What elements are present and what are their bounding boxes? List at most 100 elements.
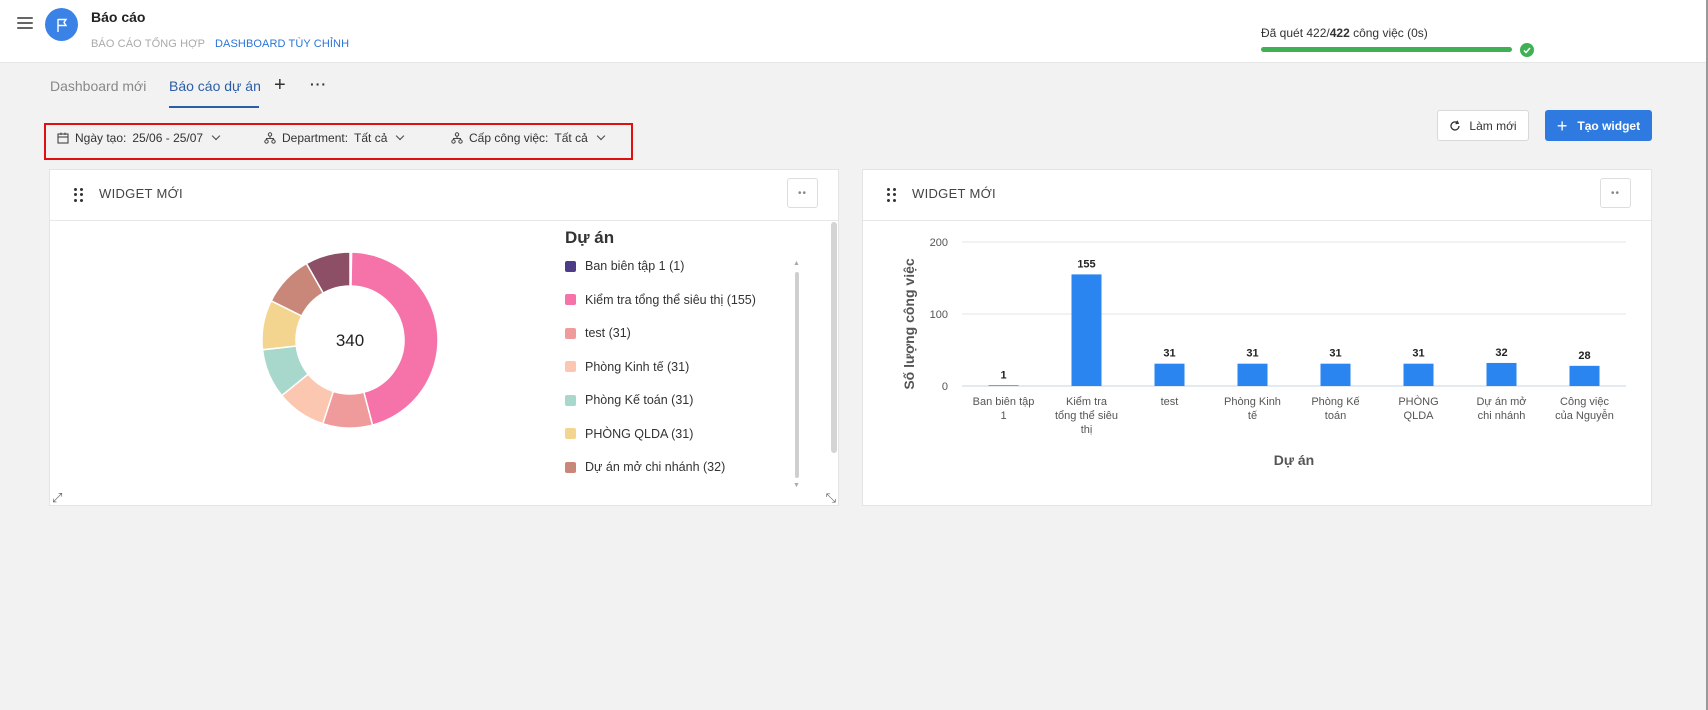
legend-swatch: [565, 394, 576, 406]
legend-label: Dự án mở chi nhánh (32): [585, 460, 726, 474]
legend-label: PHÒNG QLDA (31): [585, 426, 694, 441]
filter-value: Tất cả: [554, 131, 588, 145]
legend-swatch: [565, 428, 576, 439]
top-bar: Báo cáo BÁO CÁO TỔNG HỢP DASHBOARD TÙY C…: [0, 0, 1708, 63]
tab-project-report[interactable]: Báo cáo dự án: [169, 78, 261, 94]
widget-menu-button[interactable]: ••: [787, 178, 818, 208]
legend-scroll-thumb[interactable]: [795, 272, 799, 478]
chevron-down-icon: [211, 131, 221, 141]
widget-title: WIDGET MỚI: [912, 186, 996, 201]
legend-item[interactable]: Kiểm tra tổng thể siêu thị (155): [565, 291, 756, 309]
create-widget-button[interactable]: + Tạo widget: [1545, 110, 1652, 141]
bar-value-label: 28: [1578, 350, 1590, 362]
bar-chart: 0 100 200 1 Ban biên tập 1 155 Kiểm tra tổng thể…: [901, 237, 1626, 468]
legend-swatch: [565, 260, 576, 272]
bar-value-label: 31: [1329, 348, 1341, 360]
legend-item[interactable]: Dự án mở chi nhánh (32): [565, 458, 725, 476]
bar-value-label: 31: [1412, 348, 1424, 360]
x-axis-label: Dự án: [1274, 452, 1314, 468]
widget-title: WIDGET MỚI: [99, 186, 183, 201]
bar[interactable]: [1320, 363, 1351, 386]
menu-icon[interactable]: [17, 17, 33, 29]
bar[interactable]: [1486, 362, 1517, 386]
active-tab-indicator: [169, 106, 259, 108]
chevron-down-icon: [596, 131, 605, 141]
legend-title: Dự án: [565, 228, 615, 247]
widget-donut: WIDGET MỚI •• 340 Dự án Ban biên tập 1 (…: [49, 169, 839, 506]
flag-icon: [56, 18, 67, 32]
legend-swatch: [565, 461, 576, 473]
filter-label: Cấp công việc:: [469, 131, 549, 145]
x-tick-label: chi nhánh: [1478, 410, 1526, 422]
x-tick-label: Dự án mở: [1476, 396, 1526, 408]
legend-label: Phòng Kinh tế (31): [585, 359, 690, 374]
scan-suffix: công việc (0s): [1349, 26, 1428, 40]
x-tick-label: Phòng Kinh: [1224, 396, 1281, 408]
tab-summary-report[interactable]: BÁO CÁO TỔNG HỢP: [91, 38, 205, 50]
x-tick-label: QLDA: [1404, 410, 1435, 422]
widget-header: WIDGET MỚI ••: [50, 170, 838, 221]
bar-value-label: 155: [1077, 258, 1095, 270]
x-tick-label: toán: [1325, 410, 1346, 422]
filter-value: Tất cả: [354, 131, 388, 145]
legend-label: Phòng Kế toán (31): [585, 393, 694, 407]
create-label: Tạo widget: [1577, 118, 1641, 133]
x-tick-label: Kiểm tra: [1066, 396, 1108, 408]
scroll-down-icon[interactable]: ▼: [793, 482, 800, 489]
tab-custom-dashboard[interactable]: DASHBOARD TÙY CHỈNH: [215, 38, 349, 50]
bar[interactable]: [1403, 363, 1434, 386]
legend-label: Ban biên tập 1 (1): [585, 259, 685, 273]
refresh-icon: [1450, 120, 1461, 131]
resize-handle-icon[interactable]: ⤡: [826, 491, 836, 504]
donut-center-label: 340: [336, 331, 364, 350]
legend-label: Kiểm tra tổng thể siêu thị (155): [585, 292, 756, 307]
x-tick-label: PHÒNG: [1398, 395, 1438, 408]
legend-item[interactable]: test (31): [565, 324, 631, 342]
bar[interactable]: [1569, 365, 1600, 386]
refresh-label: Làm mới: [1469, 118, 1517, 133]
legend-item[interactable]: Phòng Kinh tế (31): [565, 358, 689, 376]
bar[interactable]: [988, 385, 1019, 386]
check-icon: [1520, 43, 1534, 57]
add-tab-icon[interactable]: +: [274, 74, 286, 96]
scan-prefix: Đã quét 422/: [1261, 26, 1330, 40]
legend-scrollbar[interactable]: ▲ ▼: [793, 260, 801, 492]
bar[interactable]: [1154, 363, 1185, 386]
scan-status: Đã quét 422/422 công việc (0s): [1261, 26, 1428, 40]
plus-icon: +: [1556, 115, 1568, 136]
bar[interactable]: [1071, 274, 1102, 386]
legend-item[interactable]: Ban biên tập 1 (1): [565, 257, 684, 275]
x-tick-label: tổng thể siêu: [1055, 410, 1118, 422]
legend-swatch: [565, 361, 576, 372]
legend-swatch: [565, 327, 576, 339]
expand-icon[interactable]: ⤢: [52, 491, 62, 504]
chart-legend: Ban biên tập 1 (1) Kiểm tra tổng thể siêu…: [565, 257, 845, 490]
refresh-button[interactable]: Làm mới: [1437, 110, 1529, 141]
filter-label: Department:: [282, 131, 349, 145]
tab-new-dashboard[interactable]: Dashboard mới: [50, 78, 146, 94]
drag-handle-icon[interactable]: [74, 188, 84, 202]
y-tick-label: 200: [930, 237, 948, 249]
scan-total: 422: [1329, 26, 1350, 40]
widget-scrollbar[interactable]: [831, 222, 837, 453]
filter-task-level[interactable]: Cấp công việc: Tất cả: [451, 131, 605, 145]
filter-created-date[interactable]: Ngày tạo: 25/06 - 25/07: [57, 131, 221, 145]
legend-item[interactable]: PHÒNG QLDA (31): [565, 425, 693, 443]
filter-department[interactable]: Department: Tất cả: [264, 131, 405, 145]
org-icon: [264, 132, 276, 144]
x-tick-label: Công việc: [1560, 396, 1609, 408]
bar[interactable]: [1237, 363, 1268, 386]
widget-menu-button[interactable]: ••: [1600, 178, 1631, 208]
x-tick-label: Ban biên tập: [973, 396, 1035, 408]
widget-header: WIDGET MỚI ••: [863, 170, 1651, 221]
more-tabs-icon[interactable]: ···: [310, 76, 327, 92]
legend-swatch: [565, 294, 576, 305]
page-title: Báo cáo: [91, 9, 146, 25]
legend-item[interactable]: Phòng Kế toán (31): [565, 391, 693, 409]
bar-value-label: 31: [1246, 348, 1258, 360]
drag-handle-icon[interactable]: [887, 188, 897, 202]
scroll-up-icon[interactable]: ▲: [793, 260, 800, 267]
bar-value-label: 32: [1495, 347, 1507, 359]
widget-bar: WIDGET MỚI •• 0 100 200 1 Ban biên tập 1 155 Ki…: [862, 169, 1652, 506]
x-tick-label: tế: [1248, 410, 1257, 422]
